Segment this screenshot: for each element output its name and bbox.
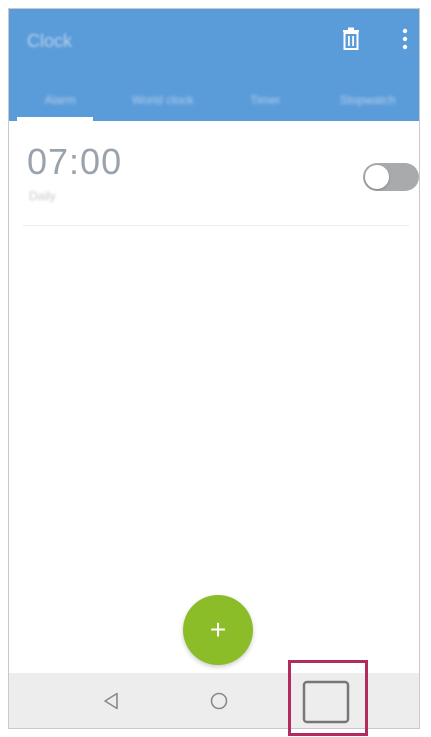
app-bar: Clock Alarm World clock Timer Stopwatch [9,9,419,121]
add-alarm-button[interactable]: + [183,595,253,665]
tab-alarm[interactable]: Alarm [9,79,112,121]
toggle-knob [365,165,389,189]
selected-tab-indicator [17,117,93,121]
screen-frame: Clock Alarm World clock Timer Stopwatch [8,8,420,729]
alarm-time: 07:00 [27,141,123,182]
home-icon[interactable] [199,683,239,719]
alarm-item[interactable]: 07:00 Daily [23,137,419,226]
tab-bar: Alarm World clock Timer Stopwatch [9,79,419,121]
tab-world-clock[interactable]: World clock [112,79,215,121]
tab-stopwatch[interactable]: Stopwatch [317,79,420,121]
app-title: Clock [27,31,73,51]
alarm-repeat-label: Daily [29,189,56,203]
more-vert-icon[interactable] [393,25,417,53]
back-icon[interactable] [91,683,131,719]
add-icon: + [209,614,227,645]
highlight-box [288,660,368,736]
alarm-toggle[interactable] [363,163,419,191]
delete-icon[interactable] [339,25,363,53]
tab-timer[interactable]: Timer [214,79,317,121]
